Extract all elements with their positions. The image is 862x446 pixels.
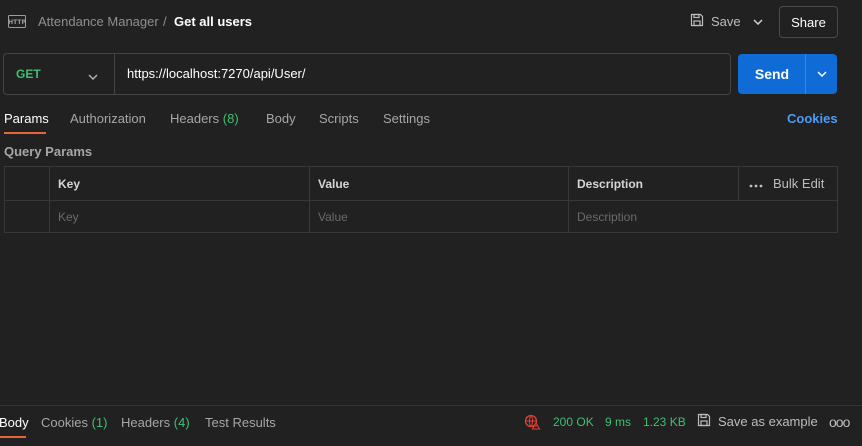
column-header-value: Value [310, 167, 569, 200]
share-button[interactable]: Share [779, 6, 838, 38]
tab-settings[interactable]: Settings [383, 111, 430, 126]
bulk-edit-button[interactable]: Bulk Edit [739, 167, 824, 200]
response-tab-cookies-label: Cookies [41, 415, 88, 430]
column-header-key: Key [50, 167, 310, 200]
tab-params[interactable]: Params [4, 111, 49, 126]
key-input[interactable]: Key [50, 200, 310, 233]
response-more-icon[interactable]: ooo [829, 414, 850, 430]
response-time[interactable]: 9 ms [605, 415, 631, 429]
status-code[interactable]: 200 OK [553, 415, 594, 429]
checkbox-header-cell [5, 167, 50, 200]
response-tab-test-results[interactable]: Test Results [205, 415, 276, 430]
tab-headers[interactable]: Headers (8) [170, 111, 239, 126]
send-label: Send [754, 66, 790, 82]
url-bar: GET [3, 53, 731, 95]
save-button[interactable]: Save [684, 6, 742, 37]
response-tab-headers-label: Headers [121, 415, 171, 430]
cookies-link[interactable]: Cookies [787, 111, 838, 126]
response-size[interactable]: 1.23 KB [643, 415, 686, 429]
tab-headers-count: (8) [222, 111, 239, 126]
save-options-chevron-down-icon[interactable] [745, 6, 771, 37]
value-input[interactable]: Value [310, 200, 569, 233]
method-select[interactable]: GET [4, 54, 115, 94]
method-label: GET [16, 67, 41, 81]
row-checkbox-cell[interactable] [5, 200, 50, 233]
svg-text:HTTP: HTTP [8, 19, 26, 26]
tab-authorization[interactable]: Authorization [70, 111, 146, 126]
tab-headers-label: Headers [170, 111, 220, 126]
http-icon: HTTP [8, 13, 26, 30]
response-divider [0, 405, 862, 406]
save-icon [690, 13, 704, 30]
active-tab-underline [4, 132, 46, 134]
column-header-description: Description [569, 167, 739, 200]
save-as-example-label: Save as example [718, 414, 818, 429]
send-options-chevron-down-icon[interactable] [806, 71, 837, 77]
response-tab-headers[interactable]: Headers (4) [121, 415, 190, 430]
breadcrumb-separator: / [163, 14, 167, 29]
tab-scripts[interactable]: Scripts [319, 111, 359, 126]
url-input[interactable] [127, 66, 717, 81]
request-title[interactable]: Get all users [174, 14, 252, 29]
query-params-title: Query Params [4, 144, 93, 159]
response-active-tab-underline [0, 436, 26, 438]
more-icon [749, 176, 763, 191]
response-tab-cookies-count: (1) [91, 415, 108, 430]
response-tab-headers-count: (4) [173, 415, 190, 430]
query-params-table: Key Value Description Bulk Edit Key Valu… [4, 166, 838, 233]
tab-body[interactable]: Body [266, 111, 296, 126]
description-input[interactable]: Description [569, 200, 837, 233]
response-tab-cookies[interactable]: Cookies (1) [41, 415, 107, 430]
send-button[interactable]: Send [738, 54, 837, 94]
chevron-down-icon [88, 68, 98, 83]
save-label: Save [711, 14, 741, 29]
save-as-example-button[interactable]: Save as example [697, 413, 818, 430]
bulk-edit-label: Bulk Edit [773, 176, 825, 191]
save-example-icon [697, 413, 711, 430]
breadcrumb-collection[interactable]: Attendance Manager [38, 14, 159, 29]
globe-error-icon[interactable] [524, 414, 541, 433]
response-tab-body[interactable]: Body [0, 415, 29, 430]
